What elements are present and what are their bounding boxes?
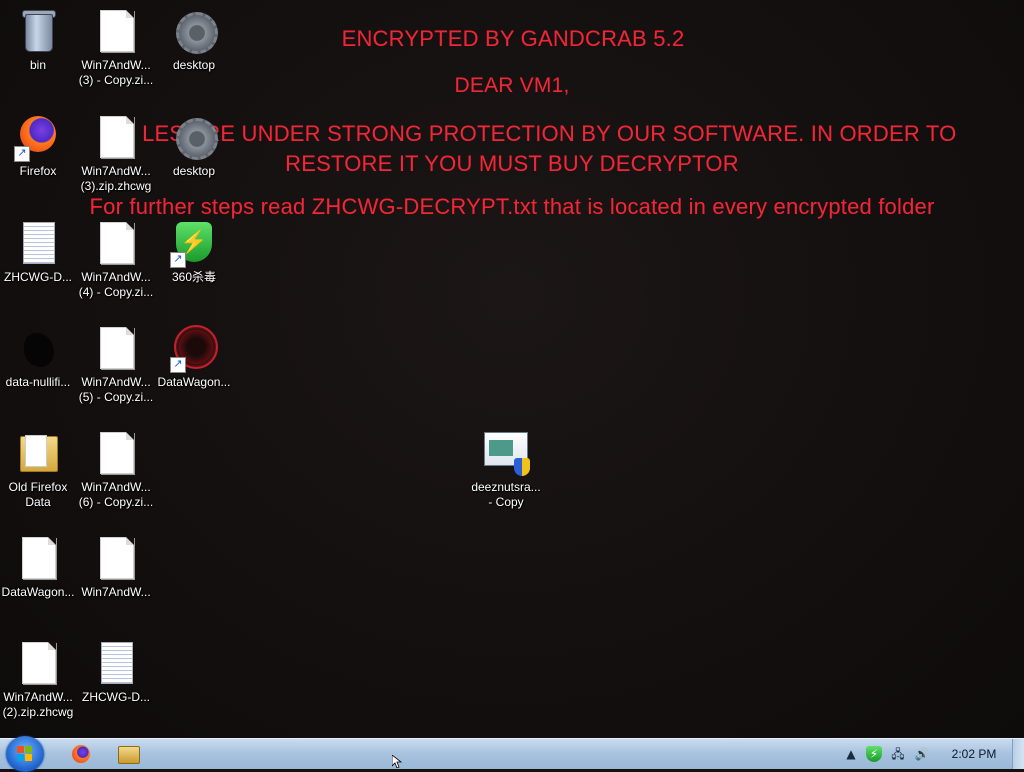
desktop-icon-firefox[interactable]: ↗ Firefox bbox=[0, 114, 76, 179]
blank-file-icon bbox=[92, 325, 140, 373]
shortcut-arrow-icon: ↗ bbox=[170, 357, 186, 373]
firefox-icon bbox=[72, 745, 90, 763]
desktop-icon-deeznuts-copy[interactable]: deeznutsra... - Copy bbox=[468, 430, 544, 510]
desktop-icon-recycle-bin[interactable]: bin bbox=[0, 8, 76, 73]
ransom-line-3: For further steps read ZHCWG-DECRYPT.txt… bbox=[89, 194, 935, 219]
icon-label-line-2: (3) - Copy.zi... bbox=[78, 73, 154, 87]
shortcut-arrow-icon: ↗ bbox=[14, 146, 30, 162]
tray-overflow-button[interactable]: ▲ bbox=[843, 746, 859, 762]
uac-shield-icon bbox=[514, 458, 530, 476]
show-desktop-button[interactable] bbox=[1012, 739, 1024, 769]
icon-label-line-2: (3).zip.zhcwg bbox=[80, 179, 152, 193]
blank-file-icon bbox=[92, 8, 140, 56]
blank-file-icon bbox=[14, 535, 62, 583]
icon-label: desktop bbox=[172, 58, 216, 72]
desktop-icon-data-nullifier[interactable]: data-nullifi... bbox=[0, 325, 76, 390]
icon-label-line-1: Win7AndW... bbox=[81, 270, 151, 284]
icon-label: data-nullifi... bbox=[5, 375, 71, 389]
icon-label-line-1: Win7AndW... bbox=[81, 58, 151, 72]
desktop-icon-old-firefox-data[interactable]: Old Firefox Data bbox=[0, 430, 76, 510]
desktop-icon-win7-5-copy[interactable]: Win7AndW... (5) - Copy.zi... bbox=[78, 325, 154, 405]
desktop-icon-desktop-1[interactable]: desktop bbox=[156, 8, 232, 73]
icon-label-line-1: Win7AndW... bbox=[3, 690, 73, 704]
installer-icon bbox=[482, 430, 530, 478]
taskbar: ▲ ⚡ 🖧 🔊 2:02 PM bbox=[0, 736, 1024, 772]
windows-explorer-icon bbox=[118, 746, 140, 764]
desktop-icon-win7-4-copy[interactable]: Win7AndW... (4) - Copy.zi... bbox=[78, 220, 154, 300]
blank-file-icon bbox=[92, 430, 140, 478]
icon-label: DataWagon... bbox=[157, 375, 231, 389]
folder-icon bbox=[14, 430, 62, 478]
desktop-icon-win7-2-zhcwg[interactable]: Win7AndW... (2).zip.zhcwg bbox=[0, 640, 76, 720]
blank-file-icon bbox=[92, 535, 140, 583]
dark-blob-icon bbox=[14, 325, 62, 373]
desktop-icon-datawagon-shortcut[interactable]: ↗ DataWagon... bbox=[156, 325, 232, 390]
volume-icon[interactable]: 🔊 bbox=[914, 746, 930, 762]
icon-label: Win7AndW... bbox=[81, 585, 151, 599]
icon-label-line-1: Win7AndW... bbox=[81, 164, 151, 178]
desktop-icon-datawagon-file[interactable]: DataWagon... bbox=[0, 535, 76, 600]
icon-label: DataWagon... bbox=[1, 585, 75, 599]
icon-label: bin bbox=[29, 58, 46, 72]
icon-label: Firefox bbox=[19, 164, 57, 178]
desktop-icon-zhcwg-decrypt-2[interactable]: ZHCWG-D... bbox=[78, 640, 154, 705]
icon-label-line-1: Old Firefox bbox=[8, 480, 68, 494]
gear-icon bbox=[170, 114, 218, 162]
icon-label-line-2: - Copy bbox=[488, 495, 524, 509]
icon-label-line-1: deeznutsra... bbox=[471, 480, 541, 494]
icon-label-line-2: (4) - Copy.zi... bbox=[78, 285, 154, 299]
icon-label: 360杀毒 bbox=[171, 270, 217, 284]
icon-label: ZHCWG-D... bbox=[4, 270, 72, 284]
blank-file-icon bbox=[14, 640, 62, 688]
clock[interactable]: 2:02 PM bbox=[944, 739, 1004, 769]
shortcut-arrow-icon: ↗ bbox=[170, 252, 186, 268]
icon-label-line-2: (5) - Copy.zi... bbox=[78, 390, 154, 404]
windows-logo-icon bbox=[17, 746, 33, 762]
gear-icon bbox=[170, 8, 218, 56]
icon-label-line-2: (6) - Copy.zi... bbox=[78, 495, 154, 509]
recycle-bin-icon bbox=[14, 8, 62, 56]
taskbar-explorer-button[interactable] bbox=[104, 742, 152, 766]
desktop-icon-win7-6-copy[interactable]: Win7AndW... (6) - Copy.zi... bbox=[78, 430, 154, 510]
network-icon[interactable]: 🖧 bbox=[890, 746, 906, 762]
start-button[interactable] bbox=[6, 736, 44, 772]
desktop-icon-zhcwg-decrypt-1[interactable]: ZHCWG-D... bbox=[0, 220, 76, 285]
desktop-icon-360-antivirus[interactable]: ⚡ ↗ 360杀毒 bbox=[156, 220, 232, 285]
blank-file-icon bbox=[92, 220, 140, 268]
icon-label: ZHCWG-D... bbox=[82, 690, 150, 704]
taskbar-firefox-button[interactable] bbox=[56, 742, 104, 766]
desktop-icon-win7-plain[interactable]: Win7AndW... bbox=[78, 535, 154, 600]
mouse-cursor-icon bbox=[392, 755, 402, 768]
icon-label: desktop bbox=[172, 164, 216, 178]
shield-360-icon: ⚡ ↗ bbox=[170, 220, 218, 268]
datawagon-icon: ↗ bbox=[170, 325, 218, 373]
firefox-icon: ↗ bbox=[14, 114, 62, 162]
text-file-icon bbox=[14, 220, 62, 268]
icon-label-line-2: (2).zip.zhcwg bbox=[2, 705, 74, 719]
desktop-background[interactable]: ENCRYPTED BY GANDCRAB 5.2 DEAR VM1, UR L… bbox=[0, 0, 1024, 738]
icon-label-line-1: Win7AndW... bbox=[81, 480, 151, 494]
icon-label-line-2: Data bbox=[25, 495, 51, 509]
icon-label-line-1: Win7AndW... bbox=[81, 375, 151, 389]
desktop-icon-desktop-2[interactable]: desktop bbox=[156, 114, 232, 179]
desktop-icon-win7-3-copy[interactable]: Win7AndW... (3) - Copy.zi... bbox=[78, 8, 154, 88]
blank-file-icon bbox=[92, 114, 140, 162]
360-shield-icon[interactable]: ⚡ bbox=[866, 746, 882, 762]
text-file-icon bbox=[92, 640, 140, 688]
desktop-icon-win7-3-zhcwg[interactable]: Win7AndW... (3).zip.zhcwg bbox=[78, 114, 154, 194]
